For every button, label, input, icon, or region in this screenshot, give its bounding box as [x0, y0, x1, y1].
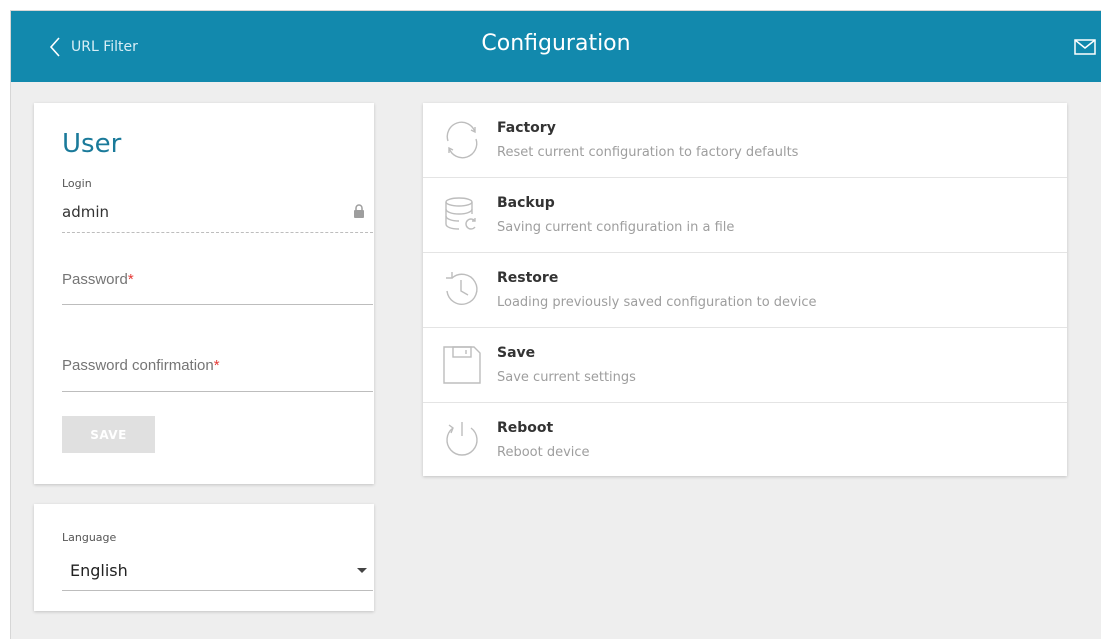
action-restore[interactable]: Restore Loading previously saved configu…: [423, 253, 1067, 327]
password-input[interactable]: [62, 269, 373, 295]
action-save[interactable]: Save Save current settings: [423, 328, 1067, 402]
caret-down-icon: [357, 568, 367, 573]
action-title: Reboot: [497, 420, 554, 436]
top-bar: URL Filter Configuration: [11, 11, 1101, 82]
login-value: admin: [62, 203, 109, 221]
login-label: Login: [62, 177, 92, 190]
database-backup-icon: [441, 194, 483, 236]
language-label: Language: [62, 531, 117, 544]
mail-icon[interactable]: [1074, 39, 1096, 60]
action-description: Reboot device: [497, 445, 590, 460]
action-title: Restore: [497, 270, 559, 286]
password-confirm-underline: [62, 391, 373, 392]
action-backup[interactable]: Backup Saving current configuration in a…: [423, 178, 1067, 252]
lock-icon: [353, 204, 365, 224]
floppy-save-icon: [441, 344, 483, 386]
actions-card: Factory Reset current configuration to f…: [423, 103, 1067, 476]
app-frame: URL Filter Configuration User Login admi…: [10, 10, 1101, 639]
action-title: Save: [497, 345, 536, 361]
action-reboot[interactable]: Reboot Reboot device: [423, 403, 1067, 477]
language-card: Language English: [34, 504, 374, 611]
page-title: Configuration: [481, 31, 631, 56]
factory-reset-icon: [441, 119, 483, 161]
action-title: Factory: [497, 120, 556, 136]
action-description: Saving current configuration in a file: [497, 220, 735, 235]
language-value: English: [70, 561, 128, 580]
password-underline: [62, 304, 373, 305]
password-confirm-input[interactable]: [62, 355, 373, 381]
history-restore-icon: [441, 269, 483, 311]
user-card: User Login admin Password* Password conf…: [34, 103, 374, 484]
user-section-title: User: [62, 129, 122, 159]
action-description: Reset current configuration to factory d…: [497, 145, 799, 160]
login-underline: [62, 232, 373, 233]
language-select[interactable]: English: [62, 551, 373, 591]
action-factory[interactable]: Factory Reset current configuration to f…: [423, 103, 1067, 177]
power-reboot-icon: [441, 419, 483, 461]
action-description: Loading previously saved configuration t…: [497, 295, 817, 310]
action-description: Save current settings: [497, 370, 636, 385]
action-title: Backup: [497, 195, 555, 211]
save-button[interactable]: SAVE: [62, 416, 155, 453]
